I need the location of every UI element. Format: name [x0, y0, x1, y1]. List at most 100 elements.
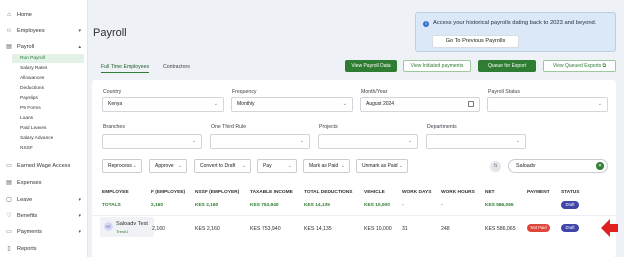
sidebar-subitem-loans[interactable]: Loans [12, 114, 84, 123]
reprocess-label: Reprocess [108, 163, 132, 169]
totals-vehicle: KES 10,000 [364, 203, 390, 208]
cell-deductions: KES 14,135 [304, 226, 332, 232]
approve-button[interactable]: Approve ⌄ [149, 159, 187, 173]
chevron-down-icon: ⌄ [213, 101, 218, 107]
filter-toggle-icon[interactable]: ⇅ [490, 161, 501, 172]
avatar: ST [104, 222, 113, 231]
queue-for-export-button[interactable]: Queue for Export [478, 60, 536, 72]
sidebar-item-expenses[interactable]: ▤ Expenses [0, 176, 88, 190]
frequency-label: Frequency [232, 89, 257, 95]
sidebar-item-payments[interactable]: ▭ Payments ▾ [0, 225, 88, 239]
tab-full-time[interactable]: Full Time Employees [101, 62, 150, 73]
sidebar-item-label: Payments [17, 229, 42, 235]
page-title: Payroll [93, 27, 127, 39]
mark-as-paid-button[interactable]: Mark as Paid ⌄ [303, 159, 350, 173]
sidebar-subitem-run-payroll[interactable]: Run Payroll [12, 54, 84, 63]
totals-f-employee: 2,160 [151, 203, 164, 208]
sidebar-subitem-salary-advance[interactable]: Salary Advance [12, 134, 84, 143]
sidebar-subitem-salary-rates[interactable]: Salary Rates [12, 64, 84, 73]
chevron-down-icon: ⌄ [287, 163, 292, 169]
app-root: ⌂ Home ⚇ Employees ▾ ▤ Payroll ▴ Run Pay… [0, 0, 624, 257]
view-initiated-payments-button[interactable]: View Initiated payments [403, 60, 471, 72]
totals-status-badge: Draft [561, 201, 579, 209]
sidebar-subitem-deductions[interactable]: Deductions [12, 84, 84, 93]
branches-select[interactable]: ⌄ [102, 134, 202, 149]
column-header-total-deductions: TOTAL DEDUCTIONS [304, 190, 353, 195]
users-icon: ⚇ [6, 28, 12, 34]
search-value: Saloadv [516, 163, 536, 169]
country-select[interactable]: Kenya ⌄ [102, 97, 224, 112]
convert-to-draft-label: Convert to Draft [200, 163, 236, 169]
chevron-down-icon: ⌄ [191, 138, 196, 144]
chevron-down-icon: ⌄ [597, 101, 602, 107]
payroll-status-label: Payroll Status [488, 89, 521, 95]
sidebar-item-employees[interactable]: ⚇ Employees ▾ [0, 24, 88, 38]
chevron-down-icon: ⌄ [407, 138, 412, 144]
frequency-select[interactable]: Monthly ⌄ [231, 97, 353, 112]
sidebar-item-earned-wage-access[interactable]: ▭ Earned Wage Access [0, 159, 88, 173]
column-header-net: NET [485, 190, 495, 195]
sidebar-item-leave[interactable]: ▢ Leave ▾ [0, 193, 88, 207]
unmark-as-paid-button[interactable]: Unmark as Paid ⌄ [356, 159, 408, 173]
one-third-rule-select[interactable]: ⌄ [210, 134, 310, 149]
chevron-down-icon: ▾ [78, 197, 81, 203]
sidebar-item-payroll[interactable]: ▤ Payroll ▴ [0, 40, 88, 54]
sidebar-subitem-allowances[interactable]: Allowances [12, 74, 84, 83]
previous-payrolls-button[interactable]: Go To Previous Payrolls [432, 35, 519, 48]
pointer-arrow-icon [601, 219, 618, 237]
cell-vehicle: KES 10,000 [364, 226, 392, 232]
totals-taxable: KES 753,940 [250, 203, 279, 208]
country-label: Country [103, 89, 122, 95]
column-header-payment: PAYMENT [527, 190, 550, 195]
employee-cell[interactable]: ST Saloadv Test Tresh1 [100, 217, 154, 237]
unmark-as-paid-label: Unmark as Paid [362, 163, 398, 169]
column-header-f-employee: F (EMPLOYEE) [151, 190, 186, 195]
chevron-down-icon: ⌄ [398, 163, 403, 169]
totals-label: TOTALS [102, 203, 121, 208]
sidebar: ⌂ Home ⚇ Employees ▾ ▤ Payroll ▴ Run Pay… [0, 0, 88, 257]
clear-search-icon[interactable]: ✕ [596, 162, 604, 170]
sidebar-subitem-nssf[interactable]: NSSF [12, 144, 84, 153]
view-queued-exports-button[interactable]: View Queued Exports ⧉ [543, 60, 616, 72]
sidebar-item-label: Reports [17, 246, 37, 252]
totals-net: KES 586,065 [485, 203, 514, 208]
pay-label: Pay [263, 163, 272, 169]
column-header-work-hours: WORK HOURS [441, 190, 475, 195]
view-payroll-data-button[interactable]: View Payroll Data [345, 60, 397, 72]
reprocess-button[interactable]: Reprocess ⌄ [102, 159, 142, 173]
departments-label: Departments [427, 124, 457, 130]
sidebar-subitem-p9-forms[interactable]: P9 Forms [12, 104, 84, 113]
chevron-down-icon: ⌄ [342, 101, 347, 107]
calendar-icon [468, 101, 474, 107]
chevron-down-icon: ▾ [78, 213, 81, 219]
pay-button[interactable]: Pay ⌄ [257, 159, 297, 173]
sidebar-item-home[interactable]: ⌂ Home [0, 8, 88, 22]
totals-nssf: KES 2,160 [195, 203, 219, 208]
employee-id: Tresh1 [116, 229, 129, 234]
mark-as-paid-label: Mark as Paid [309, 163, 339, 169]
sidebar-item-label: Expenses [17, 180, 42, 186]
convert-to-draft-button[interactable]: Convert to Draft ⌄ [194, 159, 251, 173]
payroll-status-select[interactable]: ⌄ [487, 97, 608, 112]
search-input[interactable]: Saloadv ✕ [508, 159, 608, 173]
chevron-down-icon: ⌄ [132, 163, 137, 169]
departments-select[interactable]: ⌄ [426, 134, 526, 149]
sidebar-item-reports[interactable]: ▯ Reports [0, 242, 88, 256]
chevron-down-icon: ▾ [78, 229, 81, 235]
tab-contractors[interactable]: Contractors [163, 62, 190, 72]
payroll-icon: ▤ [6, 44, 12, 50]
column-header-employee: EMPLOYEE [102, 190, 129, 195]
month-year-picker[interactable]: August 2024 [360, 97, 480, 112]
row-status-badge: Draft [561, 224, 579, 232]
projects-select[interactable]: ⌄ [318, 134, 418, 149]
column-header-nssf-employer: NSSF (EMPLOYER) [195, 190, 240, 195]
one-third-rule-label: One Third Rule [211, 124, 247, 130]
sidebar-subitem-paid-leaves[interactable]: Paid Leaves [12, 124, 84, 133]
chevron-down-icon: ⌄ [340, 163, 345, 169]
month-year-label: Month/Year [361, 89, 388, 95]
sidebar-subitem-payslips[interactable]: Payslips [12, 94, 84, 103]
frequency-value: Monthly [237, 101, 255, 107]
historical-payroll-banner: i Access your historical payrolls dating… [415, 12, 616, 52]
sidebar-item-benefits[interactable]: ♡ Benefits ▾ [0, 209, 88, 223]
month-year-value: August 2024 [366, 101, 395, 107]
